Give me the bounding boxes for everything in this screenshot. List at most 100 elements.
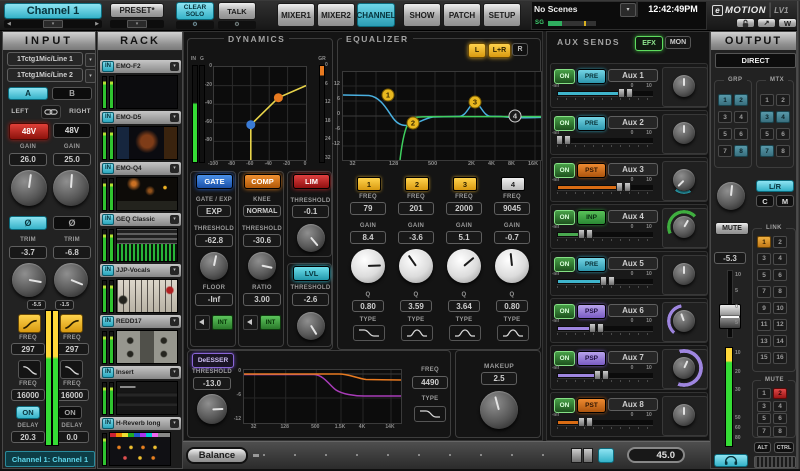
link-button-12[interactable]: 12 <box>773 319 787 331</box>
clear-solo-gear-icon[interactable]: ⚙ <box>176 21 214 29</box>
chevron-down-icon[interactable]: ▾ <box>170 62 179 71</box>
link-button-15[interactable]: 15 <box>757 352 771 364</box>
mute-button-8[interactable]: 8 <box>773 426 787 437</box>
trim-left-value[interactable]: -3.7 <box>9 246 47 259</box>
aux-6-knob[interactable] <box>673 310 695 332</box>
gate-button[interactable]: GATE <box>196 174 233 189</box>
lim-button[interactable]: LIM <box>293 174 330 189</box>
grp-button-5[interactable]: 5 <box>718 128 732 140</box>
trim-right-knob[interactable] <box>54 263 88 297</box>
eq-band-3-gain-value[interactable]: 5.1 <box>446 231 482 244</box>
aux-4-name[interactable]: Aux 4 <box>608 210 658 223</box>
gate-threshold-handle[interactable] <box>246 120 255 129</box>
eq-band-2-q-value[interactable]: 3.59 <box>400 300 432 312</box>
eq-band-2-type-icon[interactable] <box>401 325 433 341</box>
rack-in-button[interactable]: IN <box>102 418 114 429</box>
eq-band-4-freq-value[interactable]: 9045 <box>494 202 530 215</box>
aux-8-knob[interactable] <box>673 404 695 426</box>
rack-in-button[interactable]: IN <box>102 61 114 72</box>
comp-listen-icon[interactable] <box>243 315 258 330</box>
aux-5-knob[interactable] <box>673 263 695 285</box>
link-button-2[interactable]: 2 <box>773 236 787 248</box>
aux-8-name[interactable]: Aux 8 <box>608 398 658 411</box>
mtx-button-2[interactable]: 2 <box>776 94 790 106</box>
ctrl-button[interactable]: CTRL <box>774 442 794 453</box>
mute-button-1[interactable]: 1 <box>757 388 771 399</box>
clear-solo-button[interactable]: CLEAR SOLO <box>176 2 214 20</box>
eq-band-2-tab[interactable]: 2 <box>405 177 429 191</box>
keyboard-icon[interactable] <box>754 456 796 468</box>
resize-icon[interactable]: ↗ <box>757 18 776 28</box>
center-button[interactable]: C <box>756 195 774 207</box>
comp-threshold-value[interactable]: -30.6 <box>243 234 281 247</box>
channel-selector[interactable]: Channel 1 <box>4 3 102 19</box>
lock-icon[interactable] <box>736 18 755 28</box>
aux-7-knob[interactable] <box>673 357 695 379</box>
grp-button-1[interactable]: 1 <box>718 94 732 106</box>
link-button-10[interactable]: 10 <box>773 302 787 314</box>
mute-button-6[interactable]: 6 <box>773 413 787 424</box>
eq-band-2-gain-knob[interactable] <box>399 249 433 283</box>
headphones-button[interactable] <box>714 454 748 467</box>
lpf-left-icon[interactable] <box>18 360 41 379</box>
chevron-down-icon[interactable]: ▾ <box>170 419 179 428</box>
eq-band-1-gain-value[interactable]: 8.4 <box>350 231 386 244</box>
aux-3-slider-handle[interactable] <box>616 182 631 192</box>
eq-band-3-tab[interactable]: 3 <box>453 177 477 191</box>
hpf-left-icon[interactable] <box>18 314 41 333</box>
aux-5-slider-handle[interactable] <box>600 276 615 286</box>
delay-on-right-button[interactable]: ON <box>58 406 82 419</box>
tab-mixer2[interactable]: MIXER2 <box>317 3 355 27</box>
hpf-freq-left-value[interactable]: 297 <box>11 343 45 355</box>
aux-1-mode-button[interactable]: PRE <box>577 69 606 84</box>
eq-band-3-type-icon[interactable] <box>449 325 481 341</box>
rack-plugin-thumbnail[interactable] <box>116 177 178 211</box>
comp-threshold-handle[interactable] <box>274 93 283 102</box>
mtx-button-6[interactable]: 6 <box>776 128 790 140</box>
deesser-type-icon[interactable] <box>414 406 446 422</box>
lvl-threshold-knob[interactable] <box>297 312 325 340</box>
lpf-right-icon[interactable] <box>60 360 83 379</box>
aux-7-slider-handle[interactable] <box>594 370 609 380</box>
eq-band-1-tab[interactable]: 1 <box>357 177 381 191</box>
grp-button-6[interactable]: 6 <box>734 128 748 140</box>
aux-3-knob[interactable] <box>673 169 695 191</box>
rack-plugin-thumbnail[interactable] <box>116 126 178 160</box>
aux-1-name[interactable]: Aux 1 <box>608 69 658 82</box>
aux-2-on-button[interactable]: ON <box>554 116 575 131</box>
deesser-button[interactable]: DeESSER <box>192 353 234 368</box>
grp-button-7[interactable]: 7 <box>718 145 732 157</box>
waves-logo[interactable]: W <box>778 18 797 28</box>
aux-8-mode-button[interactable]: PST <box>577 398 606 413</box>
rack-in-button[interactable]: IN <box>102 163 114 174</box>
phase-right-button[interactable]: Ø <box>53 216 91 230</box>
input-b-button[interactable]: B <box>52 87 92 100</box>
chevron-down-icon[interactable]: ▾ <box>170 164 179 173</box>
mute-button-2[interactable]: 2 <box>773 388 787 399</box>
deesser-threshold-knob[interactable] <box>197 394 227 424</box>
aux-3-on-button[interactable]: ON <box>554 163 575 178</box>
balance-value[interactable]: 45.0 <box>627 447 685 463</box>
phase-left-button[interactable]: Ø <box>9 216 47 230</box>
mtx-button-1[interactable]: 1 <box>760 94 774 106</box>
eq-band-3-q-value[interactable]: 3.64 <box>448 300 480 312</box>
aux-7-name[interactable]: Aux 7 <box>608 351 658 364</box>
link-button-3[interactable]: 3 <box>757 253 771 265</box>
mtx-button-5[interactable]: 5 <box>760 128 774 140</box>
direct-button[interactable]: DIRECT <box>715 53 796 68</box>
link-button-13[interactable]: 13 <box>757 335 771 347</box>
comp-button[interactable]: COMP <box>244 174 281 189</box>
lvl-threshold-value[interactable]: -2.6 <box>292 293 329 306</box>
link-button-16[interactable]: 16 <box>773 352 787 364</box>
aux-3-mode-button[interactable]: PST <box>577 163 606 178</box>
rack-plugin-thumbnail[interactable] <box>116 381 178 415</box>
grp-button-8[interactable]: 8 <box>734 145 748 157</box>
eq-band-3-gain-knob[interactable] <box>447 249 481 283</box>
mute-button-4[interactable]: 4 <box>773 401 787 412</box>
scene-display[interactable]: No Scenes <box>534 3 620 16</box>
rack-in-button[interactable]: IN <box>102 214 114 225</box>
tab-mixer1[interactable]: MIXER1 <box>277 3 315 27</box>
link-button-4[interactable]: 4 <box>773 253 787 265</box>
rack-in-button[interactable]: IN <box>102 316 114 327</box>
gate-mode-value[interactable]: EXP <box>197 205 231 217</box>
